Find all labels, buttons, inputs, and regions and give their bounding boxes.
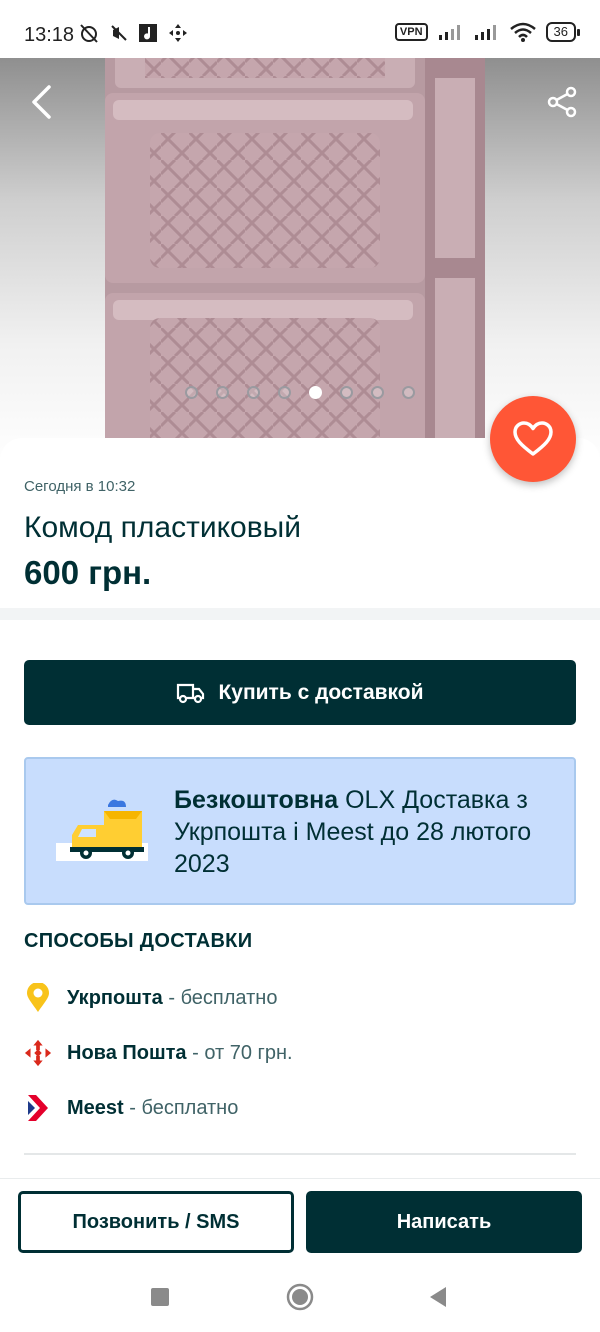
buy-with-delivery-label: Купить с доставкой: [218, 680, 424, 704]
gallery-dot[interactable]: [247, 386, 260, 399]
share-button[interactable]: [538, 78, 586, 126]
battery-indicator: 36: [545, 22, 581, 42]
signal-icon-2: [474, 25, 496, 40]
delivery-illustration: [56, 799, 148, 861]
share-icon: [547, 86, 577, 118]
mute-icon: [111, 25, 127, 41]
delivery-method-meest: Meest - бесплатно: [24, 1091, 238, 1125]
home-button[interactable]: [280, 1282, 320, 1312]
free-delivery-promo[interactable]: Безкоштовна OLX Доставка з Укрпошта і Me…: [24, 757, 576, 905]
delivery-method-name: Нова Пошта: [67, 1041, 187, 1064]
gallery-dot[interactable]: [216, 386, 229, 399]
delivery-method-ukrposhta: Укрпошта - бесплатно: [24, 981, 277, 1015]
delivery-method-nova-poshta: Нова Пошта - от 70 грн.: [24, 1036, 293, 1070]
ukrposhta-icon: [24, 983, 52, 1013]
status-time: 13:18: [24, 24, 75, 46]
move-icon: [169, 24, 187, 42]
status-system-icons: VPN 36: [394, 22, 581, 42]
signal-icon: [438, 25, 460, 40]
back-nav-button[interactable]: [418, 1282, 458, 1312]
listing-title: Комод пластиковый: [24, 511, 301, 544]
delivery-method-name: Meest: [67, 1096, 124, 1119]
listing-price: 600 грн.: [24, 554, 152, 591]
delivery-method-note: - от 70 грн.: [186, 1041, 293, 1064]
promo-bold-text: Безкоштовна: [174, 786, 339, 814]
section-separator: [24, 1153, 576, 1155]
music-app-icon: [139, 24, 157, 42]
gallery-dot-active[interactable]: [309, 386, 322, 399]
wifi-icon: [509, 22, 536, 42]
recents-button[interactable]: [140, 1282, 180, 1312]
delivery-method-name: Укрпошта: [67, 986, 163, 1009]
chevron-left-icon: [32, 85, 51, 119]
delivery-method-note: - бесплатно: [162, 986, 278, 1009]
meest-icon: [24, 1093, 52, 1123]
status-bar: 13:18 VPN 36: [0, 0, 600, 58]
nova-poshta-icon: [24, 1038, 52, 1068]
heart-icon: [513, 421, 553, 456]
gallery-pagination: [0, 386, 600, 399]
gallery-dot[interactable]: [278, 386, 291, 399]
square-icon: [151, 1288, 169, 1306]
delivery-truck-icon: [177, 683, 205, 703]
gallery-dot[interactable]: [340, 386, 353, 399]
delivery-method-note: - бесплатно: [123, 1096, 239, 1119]
system-nav-bar: [0, 1262, 600, 1332]
gallery-dot[interactable]: [185, 386, 198, 399]
back-button[interactable]: [18, 78, 66, 126]
listing-date: Сегодня в 10:32: [24, 478, 136, 495]
call-sms-button[interactable]: Позвонить / SMS: [18, 1191, 294, 1253]
write-message-button[interactable]: Написать: [306, 1191, 582, 1253]
vpn-badge: VPN: [394, 23, 428, 41]
status-notification-icons: [78, 22, 188, 44]
buy-with-delivery-button[interactable]: Купить с доставкой: [24, 660, 576, 725]
gallery-dot[interactable]: [402, 386, 415, 399]
product-photo: [105, 58, 485, 468]
triangle-back-icon: [430, 1287, 446, 1307]
section-divider: [0, 608, 600, 620]
circle-icon: [286, 1283, 314, 1311]
bottom-action-bar: Позвонить / SMS Написать: [0, 1178, 600, 1262]
favorite-button[interactable]: [490, 396, 576, 482]
gallery-dot[interactable]: [371, 386, 384, 399]
delivery-methods-heading: СПОСОБЫ ДОСТАВКИ: [24, 930, 253, 952]
alarm-off-icon: [80, 24, 98, 43]
promo-text: Безкоштовна OLX Доставка з Укрпошта і Me…: [174, 784, 564, 880]
